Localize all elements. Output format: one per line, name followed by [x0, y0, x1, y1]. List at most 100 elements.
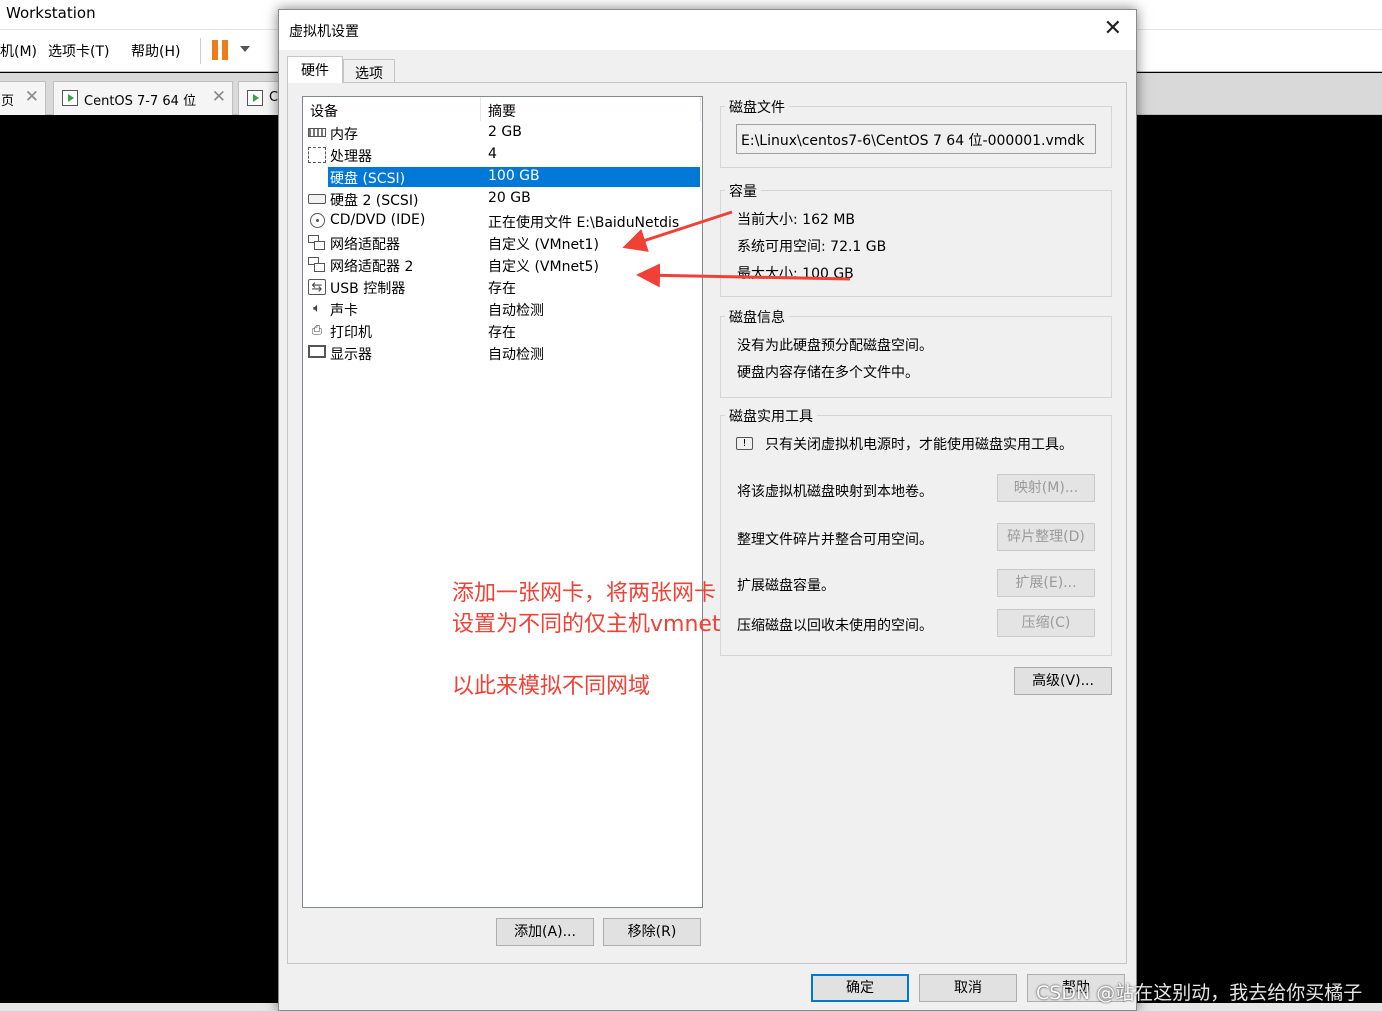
device-row-hard-disk-2[interactable]: 硬盘 2 (SCSI) 20 GB — [304, 188, 701, 210]
device-row-cd-dvd[interactable]: CD/DVD (IDE) 正在使用文件 E:\BaiduNetdis — [304, 210, 701, 232]
device-name: 硬盘 (SCSI) — [328, 167, 482, 187]
defrag-button[interactable]: 碎片整理(D) — [997, 523, 1095, 551]
tab-hardware[interactable]: 硬件 — [287, 56, 343, 83]
device-summary: 自动检测 — [488, 347, 544, 363]
device-name: 硬盘 2 (SCSI) — [330, 193, 419, 209]
disk-info-line: 硬盘内容存储在多个文件中。 — [737, 365, 919, 381]
device-summary: 20 GB — [488, 190, 531, 206]
printer-icon: ⎙ — [311, 323, 323, 338]
device-name: 网络适配器 2 — [330, 259, 414, 275]
column-header-device[interactable]: 设备 — [303, 97, 481, 121]
remove-device-button[interactable]: 移除(R) — [603, 918, 701, 946]
annotation-line: 添加一张网卡，将两张网卡 — [452, 581, 717, 606]
dialog-title-bar: 虚拟机设置 ✕ — [279, 10, 1136, 50]
watermark: CSDN @站在这别动，我去给你买橘子 — [1036, 982, 1363, 1004]
device-summary: 4 — [488, 146, 497, 162]
group-title: 磁盘文件 — [725, 97, 789, 117]
device-name: 处理器 — [330, 149, 372, 165]
device-summary: 正在使用文件 E:\BaiduNetdis — [488, 215, 680, 231]
tab-label: CentOS 7-7 64 位 — [84, 94, 197, 109]
vm-settings-dialog: 虚拟机设置 ✕ 硬件 选项 设备 摘要 内存 2 GB 处理器 4 硬盘 (SC… — [278, 9, 1137, 1011]
device-row-hard-disk[interactable]: 硬盘 (SCSI) 100 GB — [304, 166, 701, 188]
vm-icon — [247, 90, 263, 106]
compact-button[interactable]: 压缩(C) — [997, 609, 1095, 637]
hard-disk-icon — [308, 172, 326, 182]
dialog-title: 虚拟机设置 — [289, 24, 359, 40]
disk-file-path[interactable]: E:\Linux\centos7-6\CentOS 7 64 位-000001.… — [736, 124, 1096, 154]
device-row-network-adapter-2[interactable]: 网络适配器 2 自定义 (VMnet5) — [304, 254, 701, 276]
device-name: CD/DVD (IDE) — [330, 212, 426, 228]
device-summary: 自动检测 — [488, 303, 544, 319]
device-row-memory[interactable]: 内存 2 GB — [304, 122, 701, 144]
tab-home[interactable]: 页 ✕ — [0, 81, 46, 115]
tab-options[interactable]: 选项 — [343, 59, 395, 83]
pause-icon[interactable] — [212, 40, 232, 60]
close-icon[interactable]: ✕ — [1104, 16, 1122, 41]
device-row-network-adapter[interactable]: 网络适配器 自定义 (VMnet1) — [304, 232, 701, 254]
info-icon: ! — [736, 437, 753, 450]
device-row-display[interactable]: 显示器 自动检测 — [304, 342, 701, 364]
device-row-printer[interactable]: ⎙ 打印机 存在 — [304, 320, 701, 342]
disk-info-line: 没有为此硬盘预分配磁盘空间。 — [737, 338, 933, 354]
group-title: 磁盘实用工具 — [725, 406, 817, 426]
close-icon[interactable]: ✕ — [212, 87, 226, 107]
tab-centos[interactable]: CentOS 7-7 64 位 ✕ — [53, 81, 233, 115]
device-name: 显示器 — [330, 347, 372, 363]
processor-icon — [308, 147, 326, 163]
device-name: 内存 — [330, 127, 358, 143]
capacity-group: 容量 当前大小: 162 MB 系统可用空间: 72.1 GB 最大大小: 10… — [720, 181, 1112, 297]
device-summary: 2 GB — [488, 124, 522, 140]
cd-dvd-icon — [310, 213, 325, 228]
app-title: Workstation — [6, 4, 96, 22]
add-device-button[interactable]: 添加(A)... — [496, 918, 594, 946]
expand-button[interactable]: 扩展(E)... — [997, 569, 1095, 597]
utilities-notice: 只有关闭虚拟机电源时，才能使用磁盘实用工具。 — [765, 437, 1073, 453]
device-summary: 自定义 (VMnet1) — [488, 237, 599, 253]
close-icon[interactable]: ✕ — [25, 87, 39, 107]
display-icon — [308, 345, 326, 358]
map-button[interactable]: 映射(M)... — [997, 474, 1095, 502]
tab-label: C — [269, 90, 279, 105]
cancel-button[interactable]: 取消 — [919, 974, 1017, 1002]
advanced-button[interactable]: 高级(V)... — [1014, 667, 1112, 695]
device-summary: 100 GB — [482, 167, 700, 187]
group-title: 磁盘信息 — [725, 307, 789, 327]
menu-help[interactable]: 帮助(H) — [131, 41, 180, 61]
hard-disk-icon — [308, 194, 326, 204]
menu-machine[interactable]: 机(M) — [0, 41, 37, 61]
device-row-processor[interactable]: 处理器 4 — [304, 144, 701, 166]
expand-description: 扩展磁盘容量。 — [737, 578, 835, 594]
tab-label: 页 — [1, 94, 15, 109]
current-size-text: 当前大小: 162 MB — [737, 212, 856, 228]
device-summary: 存在 — [488, 281, 516, 297]
defrag-description: 整理文件碎片并整合可用空间。 — [737, 532, 933, 548]
group-title: 容量 — [725, 181, 761, 201]
network-adapter-icon — [308, 257, 325, 272]
disk-info-group: 磁盘信息 没有为此硬盘预分配磁盘空间。 硬盘内容存储在多个文件中。 — [720, 307, 1112, 398]
available-space-text: 系统可用空间: 72.1 GB — [737, 239, 887, 255]
ok-button[interactable]: 确定 — [811, 974, 909, 1002]
device-list[interactable]: 设备 摘要 内存 2 GB 处理器 4 硬盘 (SCSI) 100 GB 硬盘 … — [302, 96, 703, 908]
map-description: 将该虚拟机磁盘映射到本地卷。 — [737, 484, 933, 500]
device-summary: 存在 — [488, 325, 516, 341]
max-size-text: 最大大小: 100 GB — [737, 266, 854, 282]
chevron-down-icon[interactable] — [240, 46, 250, 52]
menu-tabs[interactable]: 选项卡(T) — [48, 41, 109, 61]
disk-file-group: 磁盘文件 E:\Linux\centos7-6\CentOS 7 64 位-00… — [720, 97, 1112, 168]
annotation-line: 设置为不同的仅主机vmnet — [452, 612, 721, 637]
compact-description: 压缩磁盘以回收未使用的空间。 — [737, 618, 933, 634]
menu-separator — [200, 38, 201, 64]
device-row-sound-card[interactable]: 🔈︎ 声卡 自动检测 — [304, 298, 701, 320]
device-name: 打印机 — [330, 325, 372, 341]
device-row-usb-controller[interactable]: ⇆ USB 控制器 存在 — [304, 276, 701, 298]
disk-utilities-group: 磁盘实用工具 ! 只有关闭虚拟机电源时，才能使用磁盘实用工具。 将该虚拟机磁盘映… — [720, 406, 1112, 656]
device-name: 声卡 — [330, 303, 358, 319]
memory-icon — [308, 128, 326, 137]
device-summary: 自定义 (VMnet5) — [488, 259, 599, 275]
sound-card-icon: 🔈︎ — [313, 301, 321, 316]
annotation-line: 以此来模拟不同网域 — [452, 674, 651, 699]
column-header-summary[interactable]: 摘要 — [481, 97, 701, 121]
usb-controller-icon: ⇆ — [308, 279, 326, 295]
vm-icon — [62, 90, 78, 106]
device-name: 网络适配器 — [330, 237, 400, 253]
